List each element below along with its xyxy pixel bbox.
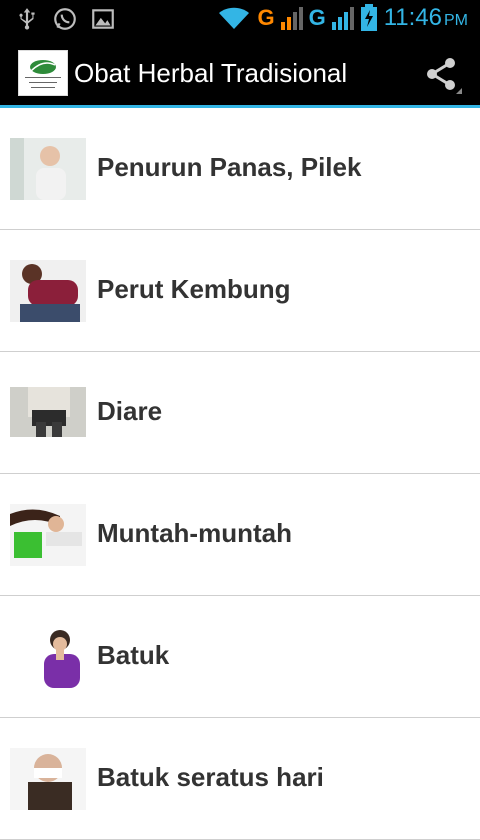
- list-item-label: Batuk: [97, 640, 170, 670]
- clock-time: 11:46: [383, 4, 442, 31]
- app-logo[interactable]: [18, 50, 68, 96]
- app-title: Obat Herbal Tradisional: [74, 58, 348, 88]
- network-type-label: G: [257, 5, 275, 30]
- list-item-label: Batuk seratus hari: [97, 762, 324, 792]
- clock: 11:46 PM: [384, 4, 468, 32]
- list-item-batuk[interactable]: Batuk: [0, 596, 480, 718]
- thumbnail-image: [10, 748, 86, 810]
- usb-icon: [19, 8, 35, 30]
- list-item-muntah-muntah[interactable]: Muntah-muntah: [0, 474, 480, 596]
- whatsapp-icon: [54, 8, 76, 30]
- thumbnail-image: [10, 387, 86, 437]
- thumbnail-image: [10, 626, 86, 688]
- list-item-diare[interactable]: Diare: [0, 352, 480, 474]
- status-bar: G G 11:46 PM: [0, 0, 480, 38]
- thumbnail-image: [10, 504, 86, 566]
- list-item-label: Penurun Panas, Pilek: [97, 152, 362, 182]
- list-item-label: Muntah-muntah: [97, 518, 292, 548]
- list-item-perut-kembung[interactable]: Perut Kembung: [0, 230, 480, 352]
- status-left-icons: [14, 6, 116, 32]
- signal-strength-icon-2: [331, 7, 354, 30]
- action-bar: Obat Herbal Tradisional: [0, 38, 480, 108]
- thumbnail-image: [10, 138, 86, 200]
- list-item-label: Perut Kembung: [97, 274, 291, 304]
- network-type-label-2: G: [308, 5, 326, 30]
- remedy-list: Penurun Panas, Pilek Perut Kembung Diare: [0, 108, 480, 840]
- list-item-label: Diare: [97, 396, 163, 426]
- clock-ampm: PM: [444, 12, 468, 29]
- battery-charging-icon: [360, 4, 377, 31]
- signal-strength-icon: [280, 7, 303, 30]
- image-icon: [92, 9, 114, 29]
- share-button[interactable]: [422, 54, 462, 94]
- leaf-logo-icon: [25, 60, 61, 88]
- list-item-batuk-seratus-hari[interactable]: Batuk seratus hari: [0, 718, 480, 840]
- share-icon: [427, 58, 462, 94]
- status-right: G G 11:46 PM: [217, 4, 468, 32]
- thumbnail-image: [10, 260, 86, 322]
- list-item-penurun-panas[interactable]: Penurun Panas, Pilek: [0, 108, 480, 230]
- wifi-icon: [219, 7, 250, 29]
